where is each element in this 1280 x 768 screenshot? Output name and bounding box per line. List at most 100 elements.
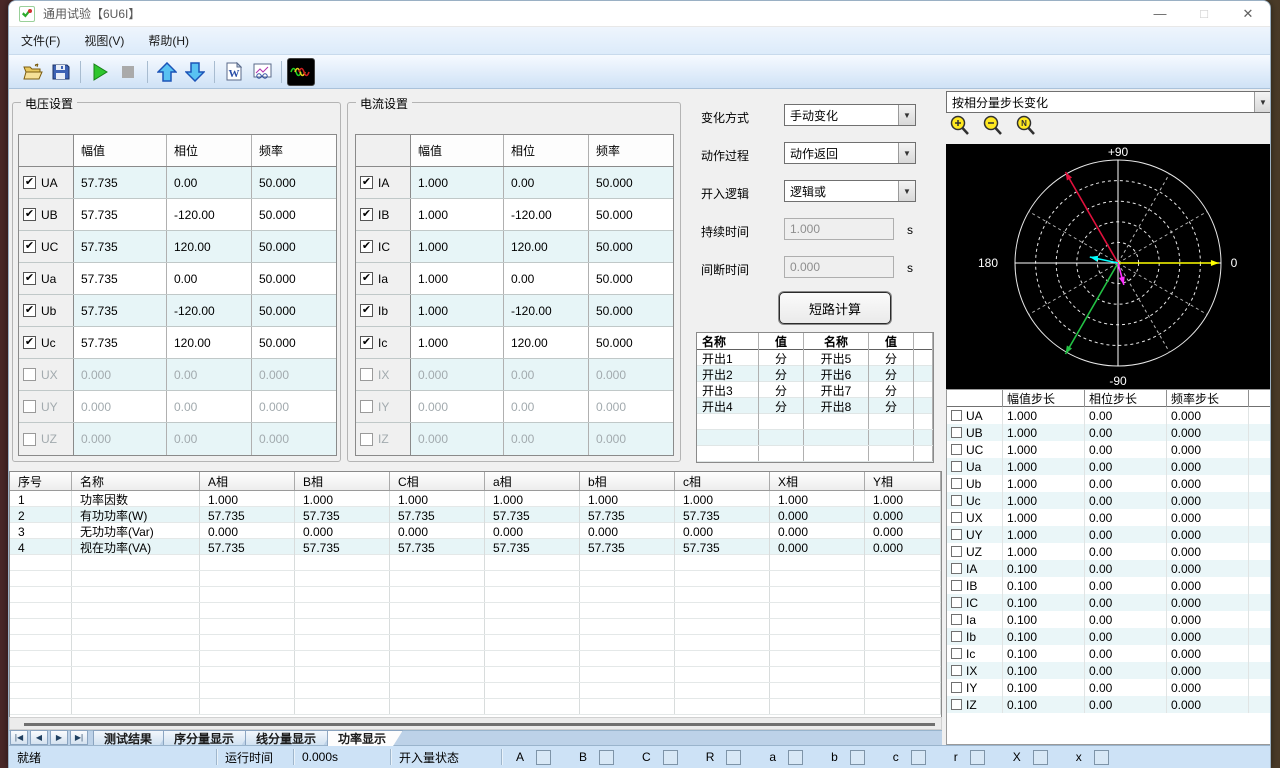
- menu-item-2[interactable]: 帮助(H): [136, 32, 201, 49]
- amplitude-cell[interactable]: 57.735: [74, 263, 167, 294]
- phase-cell[interactable]: 0.00: [167, 167, 252, 198]
- step-checkbox-IB[interactable]: [951, 580, 962, 591]
- phase-step-cell[interactable]: 0.00: [1085, 526, 1167, 543]
- chevron-down-icon[interactable]: ▼: [898, 181, 915, 201]
- channel-checkbox-UB[interactable]: ✔: [23, 208, 36, 221]
- save-button[interactable]: [47, 58, 75, 86]
- zoom-out-icon[interactable]: [982, 115, 1006, 137]
- step-checkbox-Ia[interactable]: [951, 614, 962, 625]
- amplitude-cell[interactable]: 57.735: [74, 327, 167, 358]
- zoom-reset-icon[interactable]: N: [1015, 115, 1039, 137]
- tab-3[interactable]: 功率显示: [327, 730, 403, 746]
- channel-checkbox-UX[interactable]: [23, 368, 36, 381]
- short-circuit-calc-button[interactable]: 短路计算: [779, 292, 891, 324]
- freq-step-cell[interactable]: 0.000: [1167, 611, 1249, 628]
- amp-step-cell[interactable]: 1.000: [1003, 441, 1085, 458]
- amplitude-cell[interactable]: 1.000: [411, 263, 504, 294]
- open-button[interactable]: [19, 58, 47, 86]
- frequency-cell[interactable]: 50.000: [252, 199, 336, 230]
- amplitude-cell[interactable]: 1.000: [411, 167, 504, 198]
- amp-step-cell[interactable]: 1.000: [1003, 407, 1085, 424]
- change-mode-select[interactable]: 手动变化 ▼: [784, 104, 916, 126]
- phase-cell[interactable]: 0.00: [504, 423, 589, 455]
- amplitude-cell[interactable]: 0.000: [74, 359, 167, 390]
- freq-step-cell[interactable]: 0.000: [1167, 662, 1249, 679]
- amp-step-cell[interactable]: 0.100: [1003, 696, 1085, 713]
- frequency-cell[interactable]: 50.000: [252, 295, 336, 326]
- report-view-button[interactable]: [248, 58, 276, 86]
- frequency-cell[interactable]: 0.000: [589, 359, 673, 390]
- start-button[interactable]: [86, 58, 114, 86]
- step-checkbox-UZ[interactable]: [951, 546, 962, 557]
- channel-checkbox-IB[interactable]: ✔: [360, 208, 373, 221]
- freq-step-cell[interactable]: 0.000: [1167, 424, 1249, 441]
- channel-checkbox-Ic[interactable]: ✔: [360, 336, 373, 349]
- chevron-down-icon[interactable]: ▼: [1254, 92, 1270, 112]
- phase-step-cell[interactable]: 0.00: [1085, 611, 1167, 628]
- channel-checkbox-UY[interactable]: [23, 400, 36, 413]
- amplitude-cell[interactable]: 0.000: [411, 391, 504, 422]
- amp-step-cell[interactable]: 1.000: [1003, 509, 1085, 526]
- menu-item-1[interactable]: 视图(V): [72, 32, 136, 49]
- freq-step-cell[interactable]: 0.000: [1167, 628, 1249, 645]
- phase-step-cell[interactable]: 0.00: [1085, 696, 1167, 713]
- step-checkbox-IX[interactable]: [951, 665, 962, 676]
- step-up-button[interactable]: [153, 58, 181, 86]
- phase-step-cell[interactable]: 0.00: [1085, 509, 1167, 526]
- step-checkbox-IZ[interactable]: [951, 699, 962, 710]
- channel-checkbox-IZ[interactable]: [360, 432, 373, 446]
- phase-step-cell[interactable]: 0.00: [1085, 594, 1167, 611]
- amplitude-cell[interactable]: 0.000: [411, 359, 504, 390]
- frequency-cell[interactable]: 50.000: [589, 231, 673, 262]
- step-checkbox-Ub[interactable]: [951, 478, 962, 489]
- amp-step-cell[interactable]: 1.000: [1003, 492, 1085, 509]
- minimize-button[interactable]: —: [1138, 1, 1182, 26]
- phase-step-cell[interactable]: 0.00: [1085, 407, 1167, 424]
- amplitude-cell[interactable]: 1.000: [411, 295, 504, 326]
- step-checkbox-IC[interactable]: [951, 597, 962, 608]
- frequency-cell[interactable]: 50.000: [252, 263, 336, 294]
- frequency-cell[interactable]: 50.000: [252, 327, 336, 358]
- amp-step-cell[interactable]: 1.000: [1003, 458, 1085, 475]
- chevron-down-icon[interactable]: ▼: [898, 143, 915, 163]
- amp-step-cell[interactable]: 0.100: [1003, 577, 1085, 594]
- amplitude-cell[interactable]: 0.000: [74, 423, 167, 455]
- step-checkbox-Uc[interactable]: [951, 495, 962, 506]
- frequency-cell[interactable]: 50.000: [589, 295, 673, 326]
- phase-step-cell[interactable]: 0.00: [1085, 577, 1167, 594]
- tab-1[interactable]: 序分量显示: [163, 730, 251, 746]
- frequency-cell[interactable]: 0.000: [252, 423, 336, 455]
- di-logic-select[interactable]: 逻辑或 ▼: [784, 180, 916, 202]
- maximize-button[interactable]: □: [1182, 1, 1226, 26]
- frequency-cell[interactable]: 50.000: [589, 199, 673, 230]
- phase-cell[interactable]: -120.00: [167, 199, 252, 230]
- phase-step-cell[interactable]: 0.00: [1085, 492, 1167, 509]
- amplitude-cell[interactable]: 1.000: [411, 199, 504, 230]
- amp-step-cell[interactable]: 0.100: [1003, 628, 1085, 645]
- freq-step-cell[interactable]: 0.000: [1167, 594, 1249, 611]
- phase-step-cell[interactable]: 0.00: [1085, 679, 1167, 696]
- phase-cell[interactable]: 120.00: [504, 327, 589, 358]
- phase-step-cell[interactable]: 0.00: [1085, 424, 1167, 441]
- channel-checkbox-UC[interactable]: ✔: [23, 240, 36, 253]
- freq-step-cell[interactable]: 0.000: [1167, 407, 1249, 424]
- scrollbar-thumb[interactable]: [24, 723, 935, 726]
- phase-step-cell[interactable]: 0.00: [1085, 441, 1167, 458]
- amp-step-cell[interactable]: 0.100: [1003, 560, 1085, 577]
- step-checkbox-UC[interactable]: [951, 444, 962, 455]
- step-checkbox-Ib[interactable]: [951, 631, 962, 642]
- freq-step-cell[interactable]: 0.000: [1167, 543, 1249, 560]
- zoom-in-icon[interactable]: [949, 115, 973, 137]
- freq-step-cell[interactable]: 0.000: [1167, 509, 1249, 526]
- phase-cell[interactable]: 120.00: [167, 231, 252, 262]
- tab-nav-3[interactable]: ▶|: [70, 730, 88, 745]
- amp-step-cell[interactable]: 0.100: [1003, 679, 1085, 696]
- amp-step-cell[interactable]: 0.100: [1003, 662, 1085, 679]
- tab-nav-0[interactable]: |◀: [10, 730, 28, 745]
- channel-checkbox-IX[interactable]: [360, 368, 373, 381]
- menu-item-0[interactable]: 文件(F): [9, 32, 72, 49]
- phase-cell[interactable]: 120.00: [167, 327, 252, 358]
- freq-step-cell[interactable]: 0.000: [1167, 458, 1249, 475]
- step-checkbox-IY[interactable]: [951, 682, 962, 693]
- step-checkbox-Ic[interactable]: [951, 648, 962, 659]
